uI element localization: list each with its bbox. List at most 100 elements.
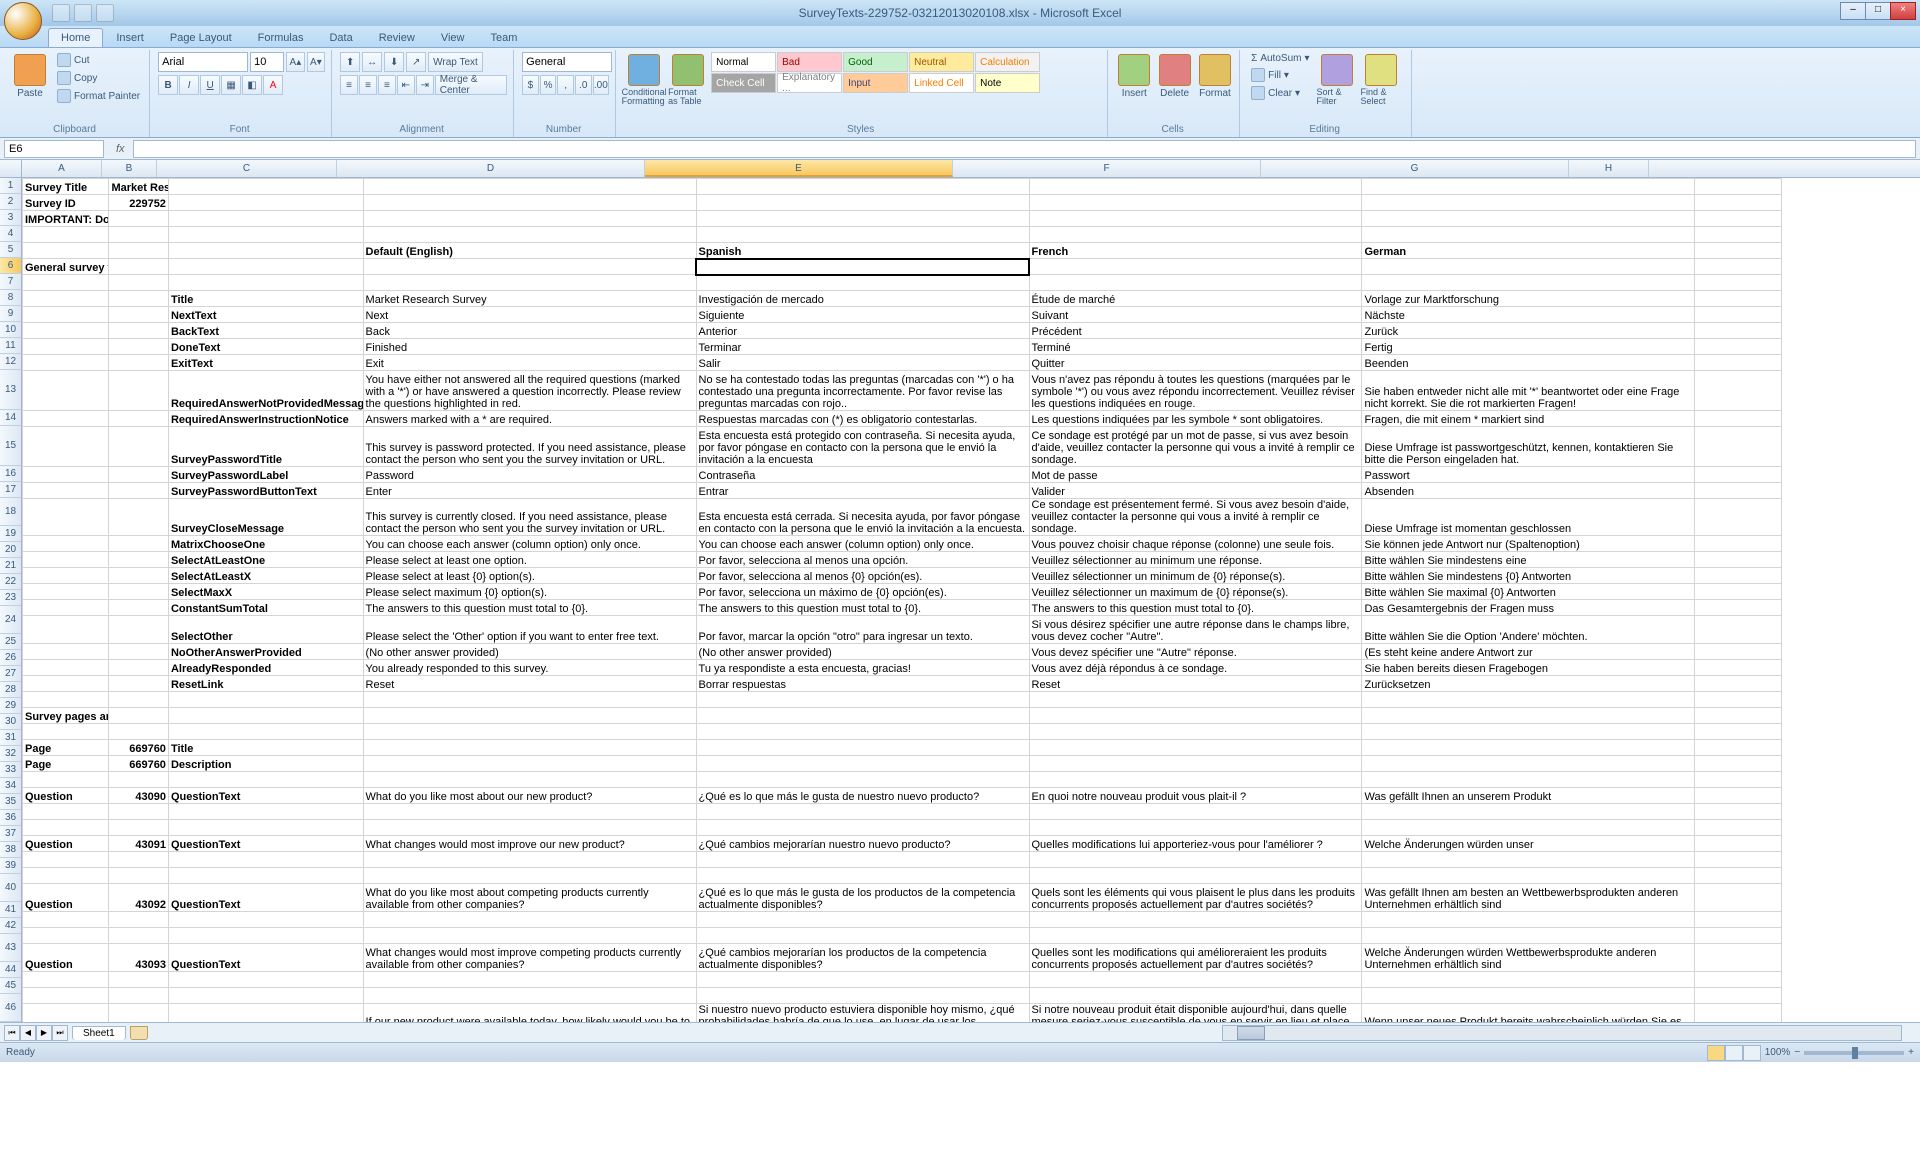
cell-A17[interactable]: [23, 483, 109, 499]
cell-F28[interactable]: [1029, 692, 1362, 708]
cell-A38[interactable]: [23, 852, 109, 868]
cell-C5[interactable]: [168, 243, 363, 259]
cell-E10[interactable]: Anterior: [696, 323, 1029, 339]
cell-F6[interactable]: [1029, 259, 1362, 275]
cell-G17[interactable]: Absenden: [1362, 483, 1695, 499]
cell-G30[interactable]: [1362, 724, 1695, 740]
zoom-out-button[interactable]: −: [1794, 1047, 1800, 1058]
cell-F13[interactable]: Vous n'avez pas répondu à toutes les que…: [1029, 371, 1362, 411]
office-button[interactable]: [4, 2, 42, 40]
zoom-thumb[interactable]: [1852, 1047, 1858, 1059]
cell-H23[interactable]: [1695, 600, 1782, 616]
cell-C25[interactable]: NoOtherAnswerProvided: [168, 644, 363, 660]
name-box[interactable]: [4, 140, 104, 158]
cell-A40[interactable]: Question: [23, 884, 109, 912]
cell-B18[interactable]: [109, 499, 168, 536]
cell-E22[interactable]: Por favor, selecciona un máximo de {0} o…: [696, 584, 1029, 600]
grow-font-button[interactable]: A▴: [286, 52, 305, 72]
cell-H20[interactable]: [1695, 552, 1782, 568]
cell-E2[interactable]: [696, 195, 1029, 211]
cell-B9[interactable]: [109, 307, 168, 323]
cell-E28[interactable]: [696, 692, 1029, 708]
cell-G44[interactable]: [1362, 972, 1695, 988]
cell-C12[interactable]: ExitText: [168, 355, 363, 371]
cell-B22[interactable]: [109, 584, 168, 600]
cell-H19[interactable]: [1695, 536, 1782, 552]
cell-D4[interactable]: [363, 227, 696, 243]
wrap-text-button[interactable]: Wrap Text: [428, 52, 483, 72]
cell-G6[interactable]: [1362, 259, 1695, 275]
cell-F18[interactable]: Ce sondage est présentement fermé. Si vo…: [1029, 499, 1362, 536]
tab-formulas[interactable]: Formulas: [245, 28, 317, 47]
cell-E37[interactable]: ¿Qué cambios mejorarían nuestro nuevo pr…: [696, 836, 1029, 852]
cell-D7[interactable]: [363, 275, 696, 291]
cell-E36[interactable]: [696, 820, 1029, 836]
cell-H37[interactable]: [1695, 836, 1782, 852]
cell-H28[interactable]: [1695, 692, 1782, 708]
row-header-10[interactable]: 10: [0, 322, 21, 338]
cell-E25[interactable]: (No other answer provided): [696, 644, 1029, 660]
tab-nav-first[interactable]: ⏮: [4, 1025, 20, 1041]
cell-A23[interactable]: [23, 600, 109, 616]
cell-F11[interactable]: Terminé: [1029, 339, 1362, 355]
clear-button[interactable]: Clear ▾: [1248, 85, 1312, 101]
cell-B43[interactable]: 43093: [109, 944, 168, 972]
cell-F24[interactable]: Si vous désirez spécifier une autre répo…: [1029, 616, 1362, 644]
cell-A3[interactable]: IMPORTANT: Do not modify the format of t…: [23, 211, 109, 227]
cell-H10[interactable]: [1695, 323, 1782, 339]
row-header-16[interactable]: 16: [0, 466, 21, 482]
row-header-40[interactable]: 40: [0, 874, 21, 902]
cell-styles-gallery[interactable]: NormalBadGoodNeutralCalculationCheck Cel…: [711, 52, 1101, 93]
cell-E44[interactable]: [696, 972, 1029, 988]
cell-E9[interactable]: Siguiente: [696, 307, 1029, 323]
format-table-button[interactable]: Format as Table: [668, 52, 707, 118]
tab-page-layout[interactable]: Page Layout: [157, 28, 245, 47]
cell-D45[interactable]: [363, 988, 696, 1004]
cell-G23[interactable]: Das Gesamtergebnis der Fragen muss: [1362, 600, 1695, 616]
style-linkedcell[interactable]: Linked Cell: [909, 73, 974, 93]
cell-C45[interactable]: [168, 988, 363, 1004]
row-header-38[interactable]: 38: [0, 842, 21, 858]
cell-G11[interactable]: Fertig: [1362, 339, 1695, 355]
cell-A32[interactable]: Page: [23, 756, 109, 772]
cell-B39[interactable]: [109, 868, 168, 884]
align-center-button[interactable]: ≡: [359, 75, 377, 95]
row-header-7[interactable]: 7: [0, 274, 21, 290]
cell-A46[interactable]: [23, 1004, 109, 1023]
cell-B4[interactable]: [109, 227, 168, 243]
row-header-20[interactable]: 20: [0, 542, 21, 558]
cell-F31[interactable]: [1029, 740, 1362, 756]
cell-F4[interactable]: [1029, 227, 1362, 243]
cell-H35[interactable]: [1695, 804, 1782, 820]
cell-C44[interactable]: [168, 972, 363, 988]
tab-data[interactable]: Data: [316, 28, 365, 47]
cell-G22[interactable]: Bitte wählen Sie maximal {0} Antworten: [1362, 584, 1695, 600]
font-name-select[interactable]: [158, 52, 248, 72]
cell-F36[interactable]: [1029, 820, 1362, 836]
format-cells-button[interactable]: Format: [1197, 52, 1233, 118]
col-header-D[interactable]: D: [337, 160, 645, 177]
cell-H17[interactable]: [1695, 483, 1782, 499]
cell-F39[interactable]: [1029, 868, 1362, 884]
cell-E23[interactable]: The answers to this question must total …: [696, 600, 1029, 616]
cell-A5[interactable]: [23, 243, 109, 259]
cell-C19[interactable]: MatrixChooseOne: [168, 536, 363, 552]
cell-A14[interactable]: [23, 411, 109, 427]
cell-G31[interactable]: [1362, 740, 1695, 756]
close-button[interactable]: ×: [1890, 2, 1916, 20]
cell-A19[interactable]: [23, 536, 109, 552]
cell-A35[interactable]: [23, 804, 109, 820]
cell-D20[interactable]: Please select at least one option.: [363, 552, 696, 568]
cell-B42[interactable]: [109, 928, 168, 944]
cell-A22[interactable]: [23, 584, 109, 600]
cell-C21[interactable]: SelectAtLeastX: [168, 568, 363, 584]
cell-F23[interactable]: The answers to this question must total …: [1029, 600, 1362, 616]
cell-G36[interactable]: [1362, 820, 1695, 836]
cell-G46[interactable]: Wenn unser neues Produkt bereits wahrsch…: [1362, 1004, 1695, 1023]
cell-D28[interactable]: [363, 692, 696, 708]
cell-B11[interactable]: [109, 339, 168, 355]
cell-D19[interactable]: You can choose each answer (column optio…: [363, 536, 696, 552]
cell-A6[interactable]: General survey texts: [23, 259, 109, 275]
cell-D15[interactable]: This survey is password protected. If yo…: [363, 427, 696, 467]
cell-F35[interactable]: [1029, 804, 1362, 820]
